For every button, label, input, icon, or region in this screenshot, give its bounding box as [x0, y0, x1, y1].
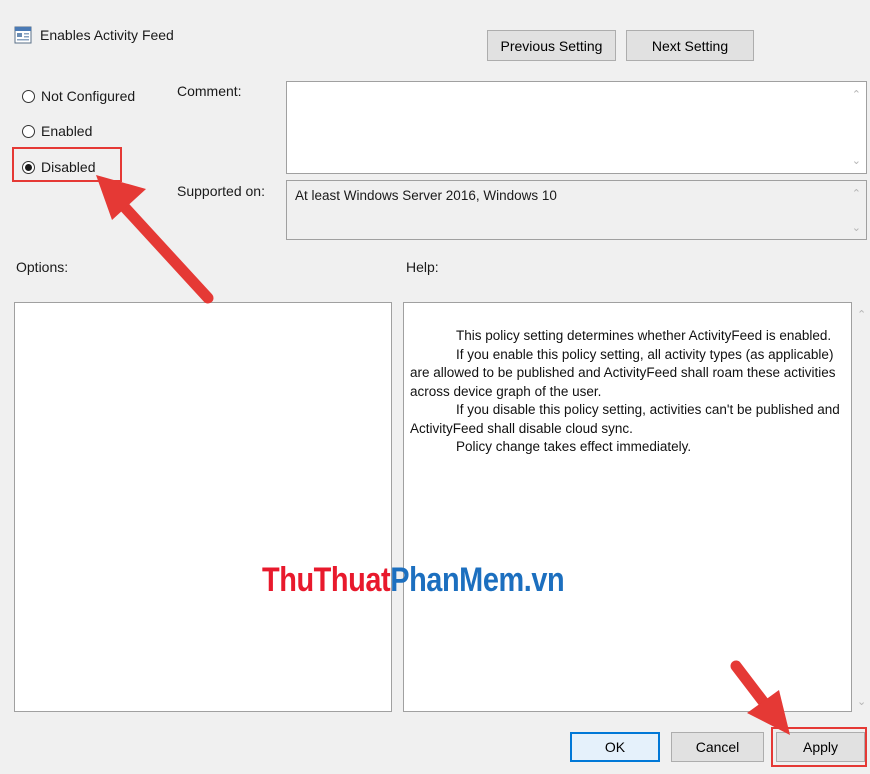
scroll-up-icon[interactable]: ⌃	[852, 88, 861, 101]
radio-label: Not Configured	[41, 88, 136, 104]
help-scroll-up-icon[interactable]: ⌃	[857, 308, 866, 321]
apply-highlight-box	[771, 727, 867, 767]
help-paragraph: Policy change takes effect immediately.	[456, 439, 692, 454]
radio-not-configured[interactable]: Not Configured	[22, 88, 135, 104]
radio-circle	[22, 89, 35, 103]
help-paragraph: If you enable this policy setting, all a…	[410, 346, 836, 399]
options-pane	[14, 302, 392, 712]
help-text: This policy setting determines whether A…	[410, 327, 840, 457]
options-label: Options:	[16, 259, 69, 275]
radio-circle	[22, 124, 35, 138]
scroll-down-icon[interactable]: ⌄	[852, 154, 861, 167]
help-pane: This policy setting determines whether A…	[403, 302, 852, 712]
watermark: ThuThuatPhanMem.vn	[262, 561, 565, 600]
radio-enabled[interactable]: Enabled	[22, 123, 92, 139]
help-paragraph: If you disable this policy setting, acti…	[410, 402, 840, 436]
scroll-down-icon[interactable]: ⌄	[852, 221, 861, 234]
ok-button[interactable]: OK	[570, 732, 660, 762]
previous-setting-button[interactable]: Previous Setting	[487, 30, 616, 61]
supported-on-field: At least Windows Server 2016, Windows 10…	[286, 180, 867, 240]
watermark-blue-domain: .vn	[523, 561, 565, 599]
supported-on-value: At least Windows Server 2016, Windows 10	[295, 188, 557, 203]
watermark-blue: PhanMem	[390, 561, 524, 599]
next-setting-button[interactable]: Next Setting	[626, 30, 754, 61]
supported-on-label: Supported on:	[177, 183, 265, 199]
watermark-red: ThuThuat	[262, 561, 391, 599]
help-label: Help:	[406, 259, 439, 275]
window-icon	[14, 26, 32, 44]
comment-field[interactable]: ⌃ ⌄	[286, 81, 867, 174]
comment-label: Comment:	[177, 83, 242, 99]
window-title: Enables Activity Feed	[40, 27, 174, 43]
radio-label: Enabled	[41, 123, 93, 139]
cancel-button[interactable]: Cancel	[671, 732, 764, 762]
disabled-highlight-box	[12, 147, 122, 182]
scroll-up-icon[interactable]: ⌃	[852, 187, 861, 200]
help-paragraph: This policy setting determines whether A…	[456, 328, 832, 343]
help-scroll-down-icon[interactable]: ⌄	[857, 695, 866, 708]
